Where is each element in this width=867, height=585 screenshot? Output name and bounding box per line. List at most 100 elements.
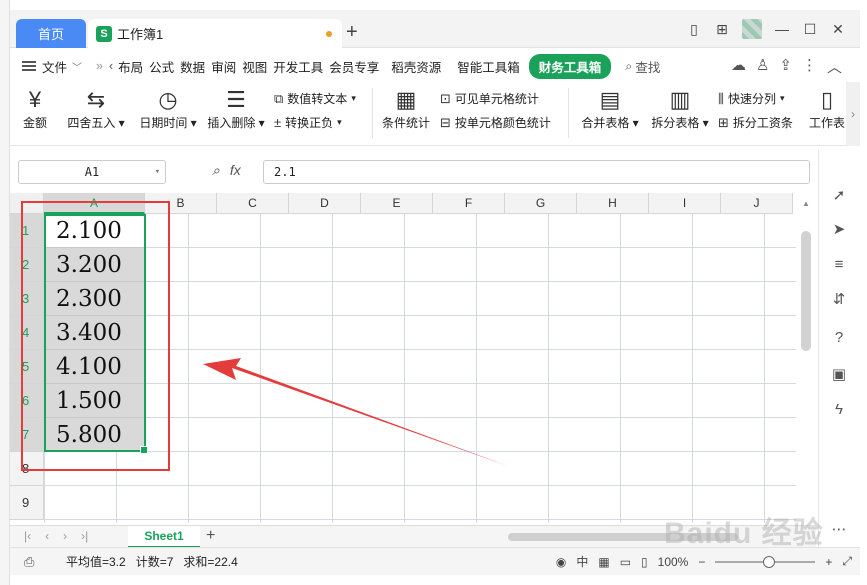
fullscreen-icon[interactable]: ⤢ (842, 554, 852, 569)
cell-a2[interactable]: 3.200 (44, 248, 145, 282)
insert-delete-button[interactable]: ☰ 插入删除 ▾ (204, 86, 268, 131)
amount-button[interactable]: ¥ 金额 (20, 86, 50, 131)
minimize-icon[interactable]: — (768, 18, 796, 40)
cell-a7[interactable]: 5.800 (44, 418, 145, 452)
more-dots-icon[interactable]: ⋯ (829, 520, 849, 540)
scroll-up-icon[interactable]: ▲ (802, 199, 810, 208)
share-user-icon[interactable]: ♙ (756, 56, 769, 77)
close-icon[interactable]: ✕ (824, 18, 852, 40)
prev-sheet-icon[interactable]: ‹ (45, 529, 49, 543)
ribbon-scroll-right-icon[interactable]: › (846, 82, 860, 146)
cell-a4[interactable]: 3.400 (44, 316, 145, 350)
cond-stats-button[interactable]: ▦ 条件统计 (380, 86, 432, 131)
column-header-h[interactable]: H (577, 193, 649, 214)
column-header-g[interactable]: G (505, 193, 577, 214)
next-sheet-icon[interactable]: › (63, 529, 67, 543)
menu-item-finance-tools[interactable]: 财务工具箱 (528, 53, 612, 79)
cell-a6[interactable]: 1.500 (44, 384, 145, 418)
cell-a3[interactable]: 2.300 (44, 282, 145, 316)
avatar[interactable] (742, 19, 762, 39)
menu-item-smart-tools[interactable]: 智能工具箱 (454, 57, 523, 76)
row-header-9[interactable]: 9 (10, 486, 44, 520)
horizontal-scroll-thumb[interactable] (508, 533, 738, 541)
sheet-tab-sheet1[interactable]: Sheet1 (128, 526, 200, 548)
split-table-button[interactable]: ▥ 拆分表格 ▾ (648, 86, 712, 131)
datetime-button[interactable]: ◷ 日期时间 ▾ (136, 86, 200, 131)
cell-a5[interactable]: 4.100 (44, 350, 145, 384)
column-header-f[interactable]: F (433, 193, 505, 214)
zoom-level[interactable]: 100% (658, 555, 689, 569)
vertical-scrollbar[interactable]: ▲ (796, 193, 816, 523)
zoom-out-icon[interactable]: − (698, 555, 705, 569)
color-stats-button[interactable]: ⊟ 按单元格颜色统计 (440, 114, 551, 131)
column-header-d[interactable]: D (289, 193, 361, 214)
cloud-sync-icon[interactable]: ☁ (731, 56, 746, 77)
file-menu[interactable]: 文件 ﹀ (22, 57, 82, 76)
macro-record-icon[interactable]: ⎙ (24, 554, 34, 570)
scroll-left-icon[interactable]: ‹ (109, 59, 113, 73)
visible-stats-button[interactable]: ⊡ 可见单元格统计 (440, 90, 539, 107)
row-header-1[interactable]: 1 (10, 214, 44, 248)
worksheet-button[interactable]: ▯ 工作表 (808, 86, 846, 131)
grid-apps-icon[interactable]: ⊞ (708, 18, 736, 40)
menu-item-member[interactable]: 会员专享 (326, 57, 382, 76)
row-header-2[interactable]: 2 (10, 248, 44, 282)
cell-area[interactable] (44, 214, 816, 523)
column-header-b[interactable]: B (145, 193, 217, 214)
transform-icon[interactable]: ⇵ (829, 290, 849, 310)
image-edit-icon[interactable]: ▣ (829, 365, 849, 385)
first-sheet-icon[interactable]: |‹ (24, 529, 31, 543)
column-header-a[interactable]: A (44, 193, 145, 214)
row-header-3[interactable]: 3 (10, 282, 44, 316)
tab-home[interactable]: 首页 (16, 19, 86, 48)
page-layout-icon[interactable]: ▭ (620, 555, 631, 569)
reading-mode-icon[interactable]: ▯ (680, 18, 708, 40)
num-to-text-button[interactable]: ⧉ 数值转文本 ▾ (274, 90, 356, 107)
spreadsheet-grid[interactable]: A B C D E F G H I J 1 2 3 4 5 6 7 8 9 2.… (10, 193, 816, 523)
menu-item-layout[interactable]: 布局 (115, 57, 146, 76)
page-break-icon[interactable]: ▯ (641, 555, 648, 569)
row-header-5[interactable]: 5 (10, 350, 44, 384)
menu-item-data[interactable]: 数据 (177, 57, 208, 76)
cursor-select-icon[interactable]: ➤ (829, 220, 849, 240)
zoom-slider[interactable] (715, 555, 816, 568)
row-header-4[interactable]: 4 (10, 316, 44, 350)
new-tab-button[interactable]: + (346, 22, 358, 42)
zoom-in-icon[interactable]: + (825, 555, 832, 569)
column-header-i[interactable]: I (649, 193, 721, 214)
rocket-icon[interactable]: ➚ (829, 186, 849, 206)
row-header-7[interactable]: 7 (10, 418, 44, 452)
normal-view-icon[interactable]: ▦ (598, 555, 609, 569)
quick-split-button[interactable]: ⫼ 快速分列 ▾ (718, 90, 785, 107)
last-sheet-icon[interactable]: ›| (81, 529, 88, 543)
maximize-icon[interactable]: ☐ (796, 18, 824, 40)
cell-a1[interactable]: 2.100 (44, 214, 145, 248)
column-header-c[interactable]: C (217, 193, 289, 214)
menu-item-formula[interactable]: 公式 (146, 57, 177, 76)
to-positive-button[interactable]: ± 转换正负 ▾ (274, 114, 342, 131)
menu-item-docer[interactable]: 稻壳资源 (388, 57, 444, 76)
eye-protect-icon[interactable]: ◉ (556, 555, 566, 569)
sliders-icon[interactable]: ≡ (829, 255, 849, 275)
row-header-6[interactable]: 6 (10, 384, 44, 418)
round-button[interactable]: ⇆ 四舍五入 ▾ (66, 86, 126, 131)
collapse-ribbon-icon[interactable]: ︿ (827, 56, 842, 77)
fx-icon[interactable]: fx (230, 162, 241, 179)
column-header-j[interactable]: J (721, 193, 793, 214)
language-icon[interactable]: 中 (576, 553, 588, 570)
zoom-search-icon[interactable]: ⌕ (212, 162, 220, 179)
export-icon[interactable]: ⇪ (779, 56, 792, 77)
split-pay-button[interactable]: ⊞ 拆分工资条 (718, 114, 793, 131)
more-icon[interactable]: ⋮ (802, 56, 817, 77)
merge-table-button[interactable]: ▤ 合并表格 ▾ (578, 86, 642, 131)
row-header-8[interactable]: 8 (10, 452, 44, 486)
menu-item-developer[interactable]: 开发工具 (270, 57, 326, 76)
search-button[interactable]: ⌕ 查找 (625, 57, 660, 76)
zoom-slider-knob[interactable] (763, 555, 776, 568)
formula-input[interactable]: 2.1 (263, 160, 810, 184)
vertical-scroll-thumb[interactable] (801, 231, 811, 351)
tab-workbook[interactable]: S 工作簿1 (88, 19, 342, 48)
name-box[interactable]: A1 ▾ (18, 160, 166, 184)
lightning-icon[interactable]: ϟ (829, 400, 849, 420)
column-header-e[interactable]: E (361, 193, 433, 214)
